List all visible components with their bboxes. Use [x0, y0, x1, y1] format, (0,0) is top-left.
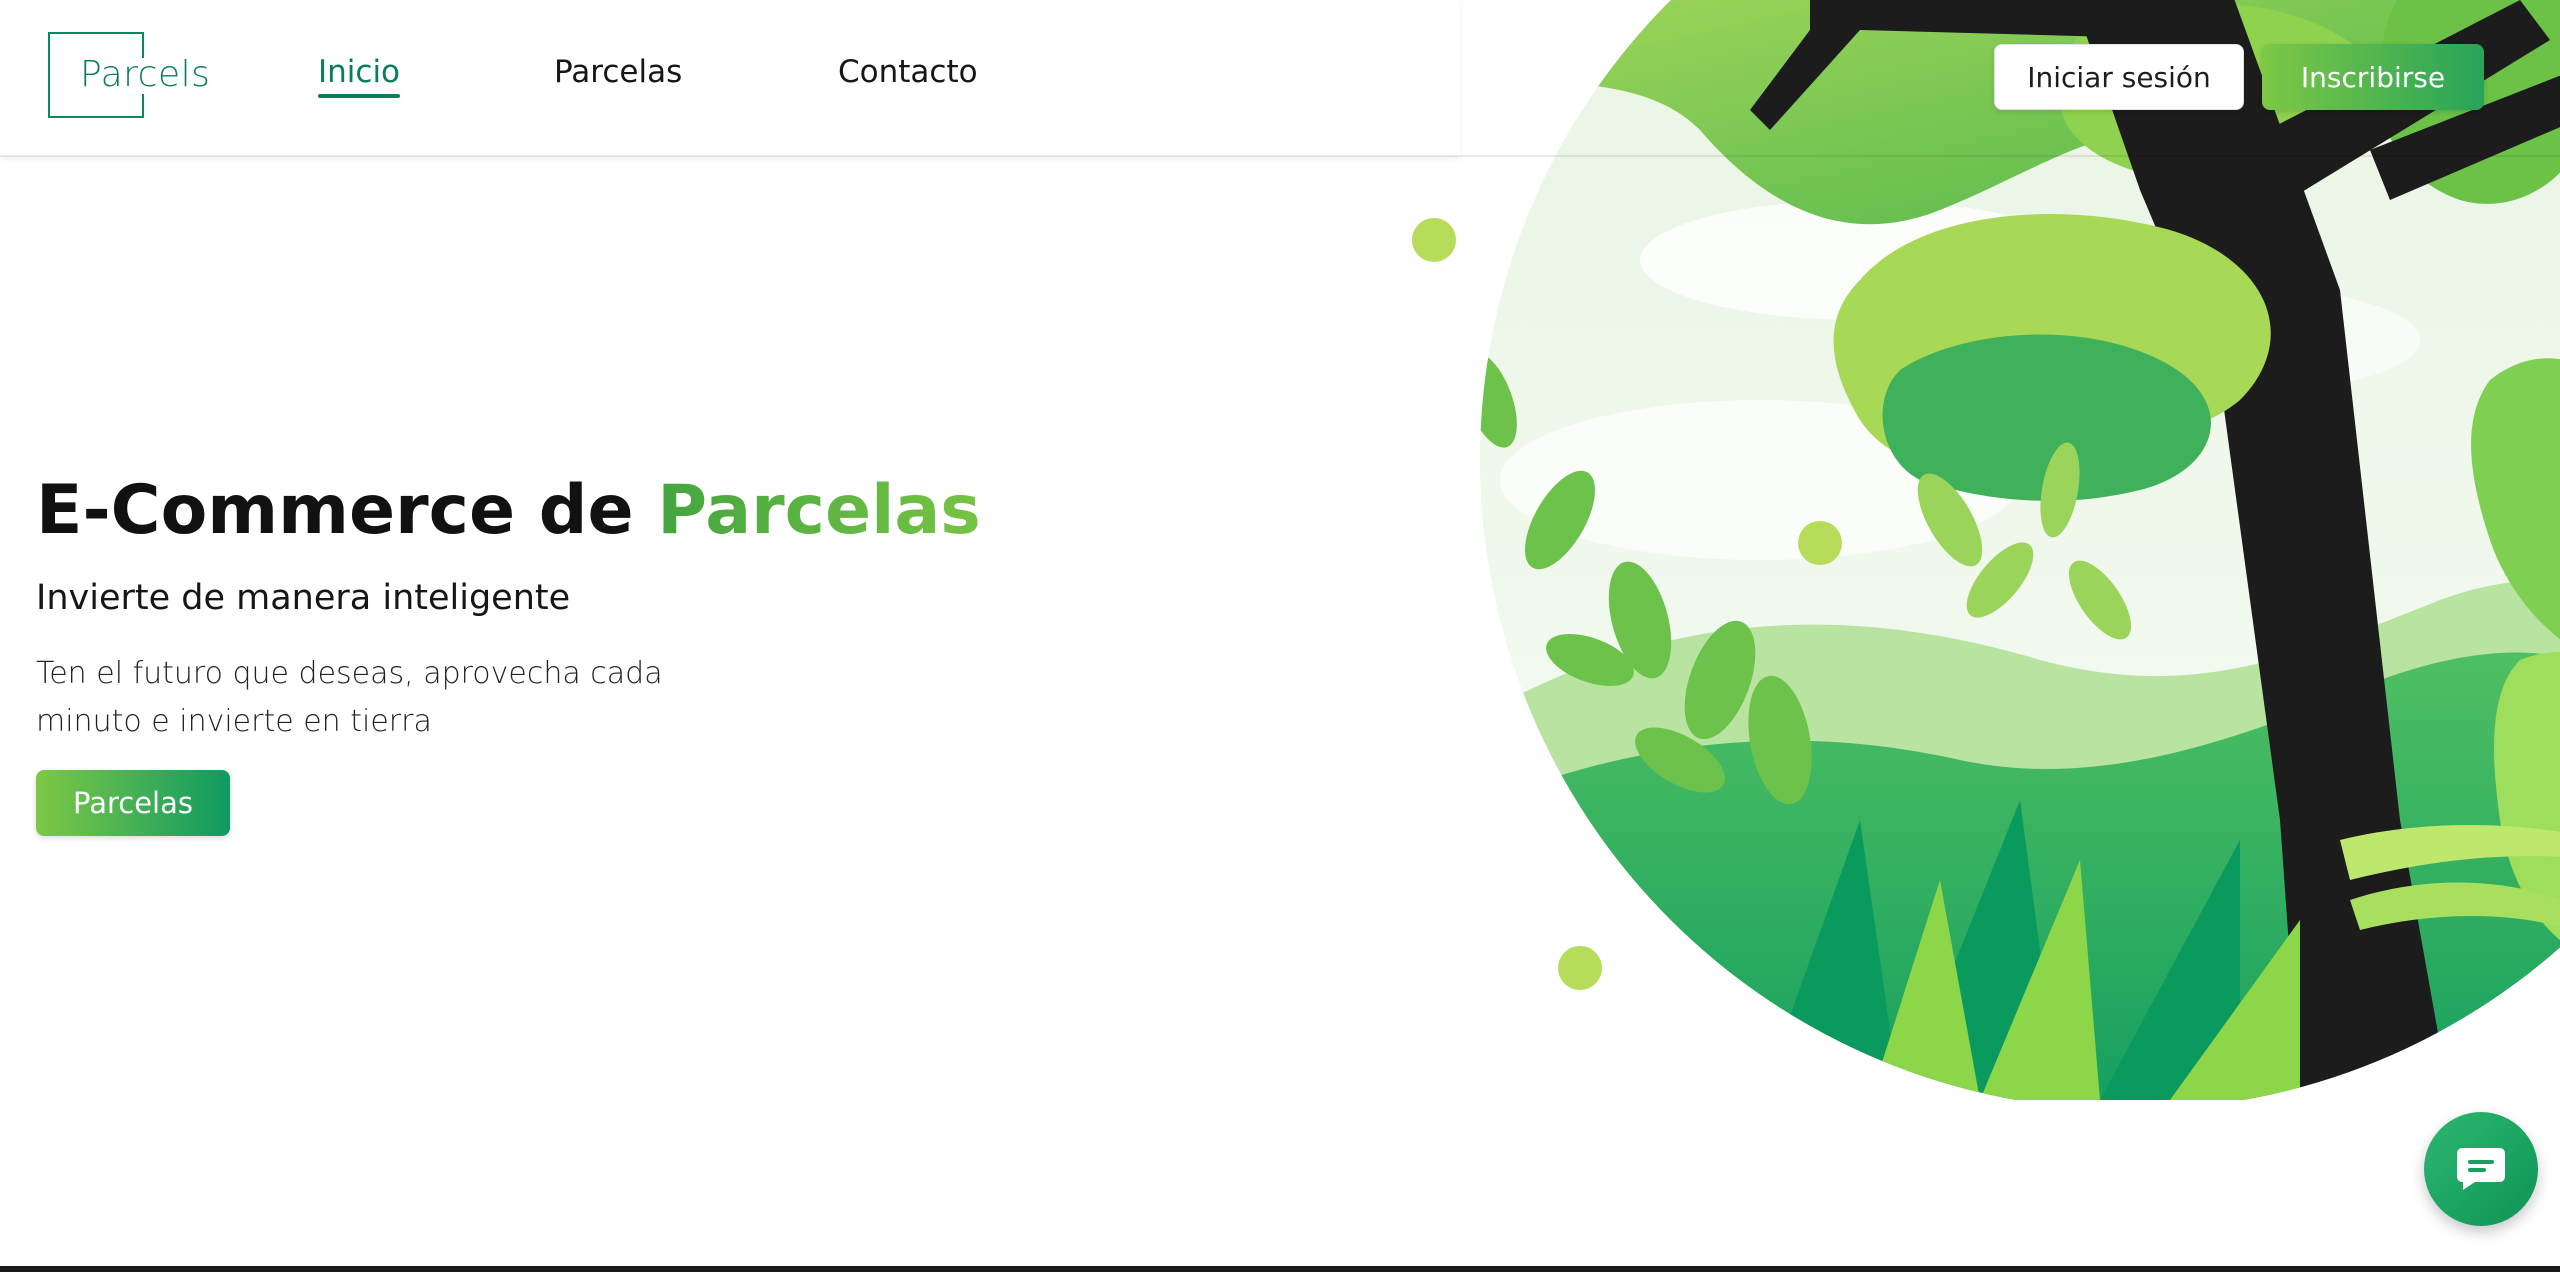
navbar-divider: [0, 155, 2560, 157]
hero-description: Ten el futuro que deseas, aprovecha cada…: [36, 655, 663, 739]
forest-illustration: [1412, 0, 2560, 1100]
top-navbar: Parcels Inicio Parcelas Contacto Iniciar…: [0, 0, 2560, 157]
parcelas-cta-button[interactable]: Parcelas: [36, 769, 230, 836]
nav-item-contacto[interactable]: Contacto: [838, 54, 978, 90]
chat-bubble-icon: [2457, 1148, 2505, 1190]
hero-title: E-Commerce de Parcelas: [36, 470, 1236, 552]
chat-button[interactable]: [2424, 1112, 2538, 1226]
nav-item-inicio[interactable]: Inicio: [318, 54, 401, 98]
logo-frame-right-bottom: [142, 94, 144, 118]
signup-button[interactable]: Inscribirse: [2262, 44, 2484, 110]
nav-item-parcelas[interactable]: Parcelas: [554, 54, 682, 90]
logo-text: Parcels: [80, 54, 211, 95]
navbar-background: [0, 0, 1460, 156]
brand-logo[interactable]: Parcels: [48, 32, 211, 120]
page: Parcels Inicio Parcelas Contacto Iniciar…: [0, 0, 2560, 1272]
login-button[interactable]: Iniciar sesión: [1994, 44, 2244, 110]
hero-illustration: [1340, 0, 2560, 1100]
hero-subtitle: Invierte de manera inteligente: [36, 577, 571, 618]
hero-title-accent: Parcelas: [657, 471, 981, 550]
viewport-bottom-edge: [0, 1266, 2560, 1272]
hero-title-main: E-Commerce de: [36, 471, 658, 550]
hero-section: E-Commerce de Parcelas Invierte de maner…: [36, 470, 1236, 836]
